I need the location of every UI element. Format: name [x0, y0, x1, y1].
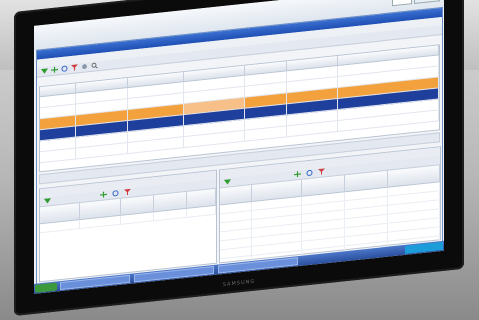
- monitor: SAMSUNG: [14, 0, 464, 316]
- start-button[interactable]: [35, 282, 57, 293]
- column-header[interactable]: [186, 188, 217, 208]
- refresh-icon[interactable]: [112, 190, 119, 197]
- main-window: [36, 6, 443, 286]
- page-input[interactable]: [392, 0, 412, 7]
- add-icon[interactable]: [51, 66, 58, 73]
- refresh-icon[interactable]: [61, 65, 68, 72]
- search-icon[interactable]: [91, 62, 98, 69]
- green-arrow-icon[interactable]: [41, 67, 48, 74]
- filter-icon[interactable]: [124, 188, 131, 196]
- system-tray: [405, 241, 443, 254]
- settings-icon[interactable]: [81, 63, 88, 70]
- filter-icon[interactable]: [71, 64, 78, 71]
- top-button[interactable]: [414, 0, 440, 4]
- table-cell: [186, 205, 217, 217]
- refresh-icon[interactable]: [306, 169, 313, 177]
- green-arrow-icon[interactable]: [44, 197, 51, 204]
- add-icon[interactable]: [100, 191, 107, 198]
- add-icon[interactable]: [294, 171, 301, 178]
- photo-background: SAMSUNG: [0, 0, 479, 320]
- filter-icon[interactable]: [318, 168, 325, 175]
- left-detail-panel: [39, 169, 217, 283]
- green-arrow-icon[interactable]: [224, 178, 231, 185]
- screen: [34, 0, 444, 294]
